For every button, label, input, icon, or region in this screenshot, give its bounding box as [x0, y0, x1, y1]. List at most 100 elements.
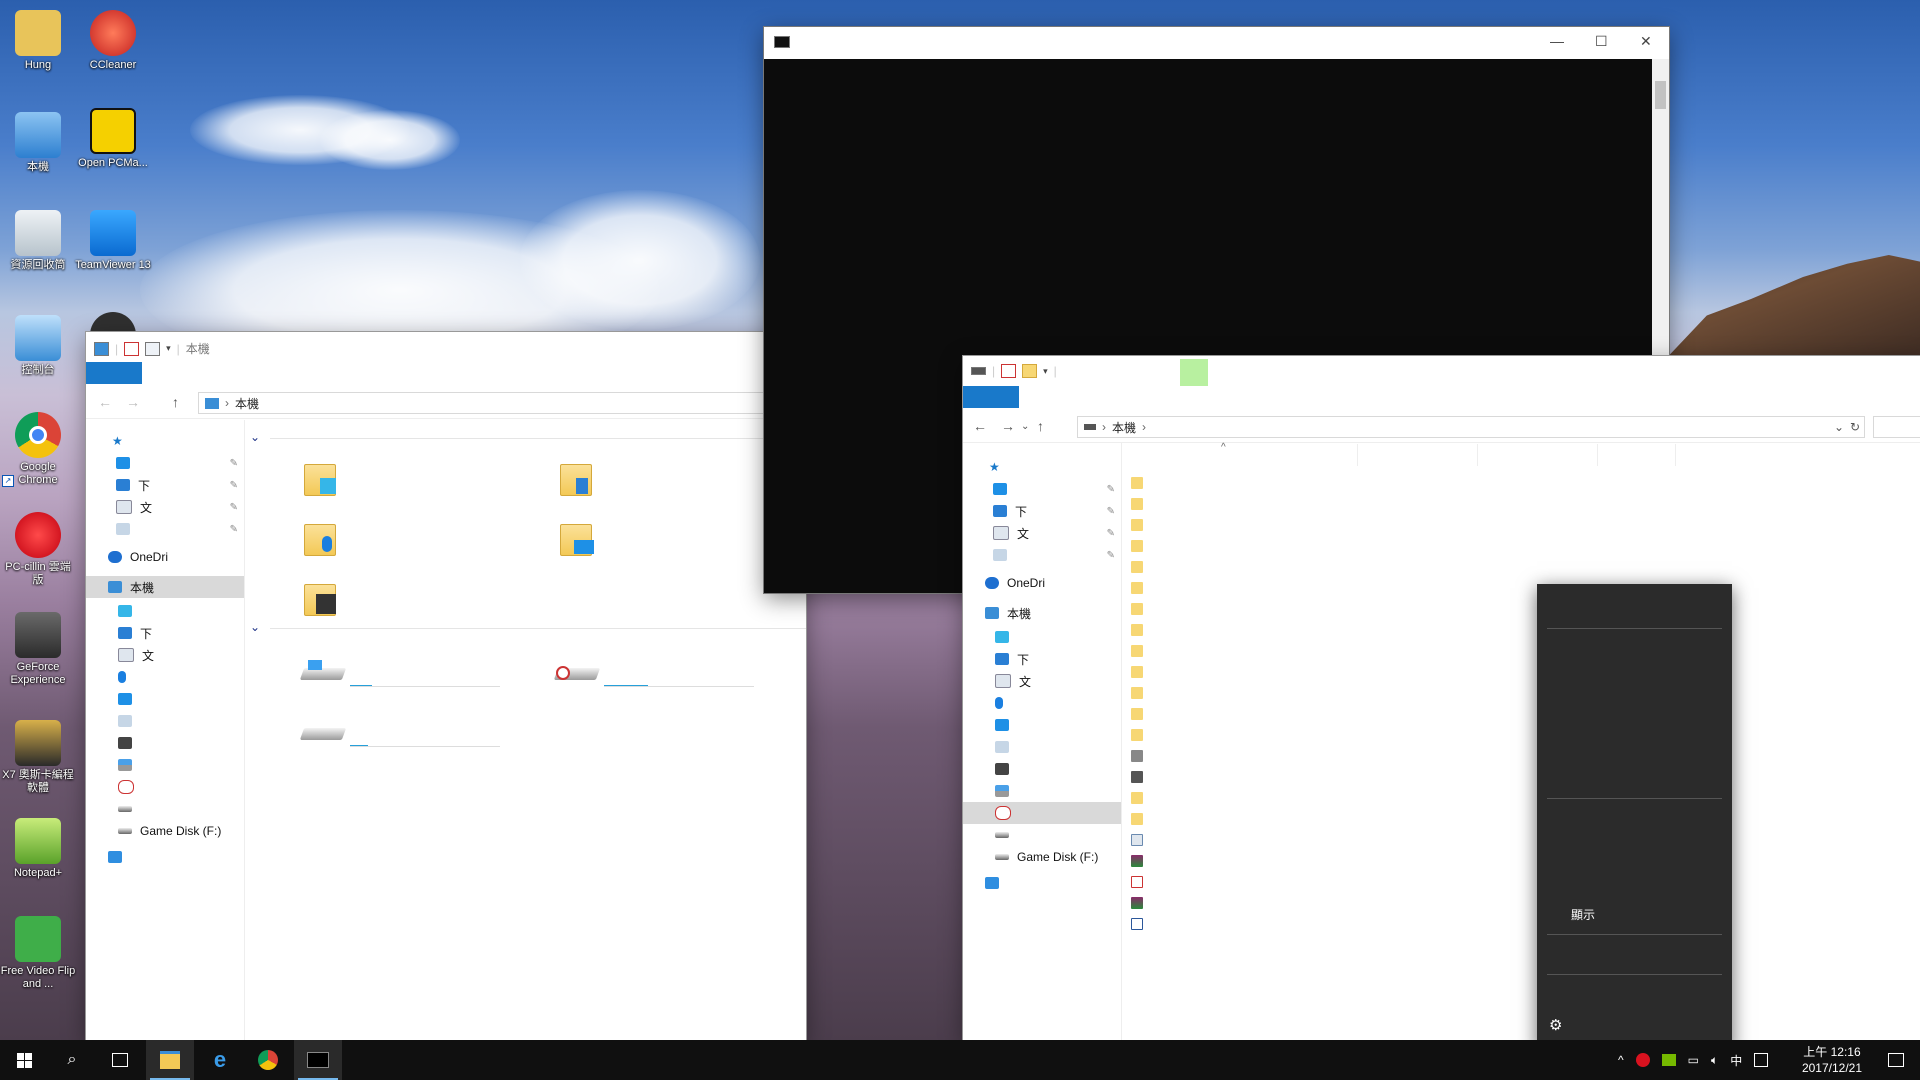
nav-downloads[interactable]: 下	[86, 622, 244, 644]
folder-icon[interactable]	[1131, 729, 1143, 741]
drives-group-toggle[interactable]: ⌄	[250, 620, 806, 634]
folder-music[interactable]	[302, 516, 340, 556]
nav-drive-e[interactable]	[963, 824, 1121, 846]
folder-desktop[interactable]	[558, 516, 596, 556]
camera-file-icon[interactable]	[1131, 750, 1143, 762]
pin-icon[interactable]: ✎	[230, 502, 238, 513]
taskbar-cmd[interactable]	[294, 1040, 342, 1080]
word-file-icon[interactable]	[1131, 918, 1143, 930]
address-field[interactable]: › 本機 › ⌄ ↻	[1077, 416, 1865, 438]
minimize-icon[interactable]: —	[1550, 33, 1564, 49]
pin-icon[interactable]: ✎	[1107, 528, 1115, 539]
nav-quick-access[interactable]: ★	[86, 430, 244, 452]
nav-desktop[interactable]	[86, 688, 244, 710]
nav-quick-downloads[interactable]: 下 ✎	[86, 474, 244, 496]
desktop-icon-teamviewer[interactable]: TeamViewer 13	[75, 210, 151, 272]
pc-cillin-tray-icon[interactable]	[1635, 1053, 1650, 1067]
folder-icon[interactable]	[1131, 813, 1143, 825]
taskbar-edge[interactable]: e	[196, 1040, 244, 1080]
properties-icon[interactable]	[124, 341, 140, 356]
nav-quick-pictures[interactable]: ✎	[963, 544, 1121, 566]
action-center-button[interactable]	[1872, 1040, 1920, 1080]
volume-icon[interactable]: 🔈︎	[1711, 1053, 1718, 1068]
folder-icon[interactable]	[1131, 477, 1143, 489]
desktop-icon-ccleaner[interactable]: CCleaner	[75, 10, 151, 72]
desktop-icon-x7[interactable]: X7 奧斯卡編程軟體	[0, 720, 76, 795]
nav-onedrive[interactable]: OneDri	[963, 572, 1121, 594]
forward-arrow-icon[interactable]: →	[126, 394, 140, 410]
explorer-titlebar[interactable]: | ▾ |	[963, 356, 1920, 386]
drive-f[interactable]	[299, 720, 347, 746]
nav-quick-pictures[interactable]: ✎	[86, 518, 244, 540]
folder-icon[interactable]	[1131, 519, 1143, 531]
network-icon[interactable]: ▭	[1688, 1053, 1699, 1067]
explorer-window-front[interactable]: | ▾ | ← → ⌄ ↑ › 本機 › ⌄ ↻ ★ ✎ 下 ✎ 文 ✎ ✎ O…	[963, 356, 1920, 1040]
nav-quick-access[interactable]: ★	[963, 456, 1121, 478]
nav-this-pc[interactable]: 本機	[963, 602, 1121, 624]
folder-icon[interactable]	[1131, 498, 1143, 510]
folder-3d-objects[interactable]	[302, 456, 340, 496]
breadcrumb-this-pc[interactable]: 本機	[1112, 419, 1136, 436]
pin-icon[interactable]: ✎	[1107, 506, 1115, 517]
scroll-thumb[interactable]	[1655, 81, 1666, 109]
nav-onedrive[interactable]: OneDri	[86, 546, 244, 568]
folder-icon[interactable]	[1131, 603, 1143, 615]
notification-badge-icon[interactable]	[1754, 1053, 1769, 1067]
sort-ascending-icon[interactable]: ^	[1221, 442, 1226, 453]
nav-videos[interactable]	[963, 758, 1121, 780]
back-arrow-icon[interactable]: ←	[98, 394, 112, 410]
nav-drive-c[interactable]	[86, 754, 244, 776]
desktop-icon-this-pc[interactable]: 本機	[0, 112, 76, 174]
nav-network[interactable]	[86, 846, 244, 868]
nav-documents[interactable]: 文	[963, 670, 1121, 692]
folder-downloads[interactable]	[558, 456, 596, 496]
nav-quick-documents[interactable]: 文 ✎	[86, 496, 244, 518]
folder-icon[interactable]	[1131, 666, 1143, 678]
nav-3d-objects[interactable]	[86, 600, 244, 622]
nav-drive-d[interactable]	[963, 802, 1121, 824]
nav-quick-documents[interactable]: 文 ✎	[963, 522, 1121, 544]
video-file-icon[interactable]	[1131, 771, 1143, 783]
task-view-button[interactable]	[96, 1040, 144, 1080]
pin-icon[interactable]: ✎	[230, 480, 238, 491]
breadcrumb-this-pc[interactable]: 本機	[235, 395, 259, 412]
nav-game-disk[interactable]: Game Disk (F:)	[86, 820, 244, 842]
back-arrow-icon[interactable]: ←	[973, 418, 987, 434]
nav-drive-e[interactable]	[86, 798, 244, 820]
new-folder-icon[interactable]	[1022, 364, 1038, 378]
desktop-icon-free-video-flip[interactable]: Free Video Flip and ...	[0, 916, 76, 991]
search-box[interactable]	[1873, 416, 1920, 438]
explorer-titlebar[interactable]: | ▾ | 本機	[86, 332, 806, 362]
ime-indicator[interactable]: 中	[1730, 1052, 1742, 1069]
up-arrow-icon[interactable]: ↑	[172, 394, 179, 410]
taskbar-file-explorer[interactable]	[146, 1040, 194, 1080]
ribbon-file-tab[interactable]	[86, 362, 142, 384]
folder-icon[interactable]	[1131, 540, 1143, 552]
desktop-icon-control-panel[interactable]: 控制台	[0, 315, 76, 377]
pin-icon[interactable]: ✎	[1107, 550, 1115, 561]
nav-network[interactable]	[963, 872, 1121, 894]
desktop-icon-recycle-bin[interactable]: 資源回收筒	[0, 210, 76, 272]
folder-icon[interactable]	[1131, 624, 1143, 636]
nav-music[interactable]	[86, 666, 244, 688]
desktop-icon-openpcmark[interactable]: Open PCMa...	[75, 108, 151, 170]
refresh-icon[interactable]: ↻	[1850, 420, 1860, 434]
pin-icon[interactable]: ✎	[230, 458, 238, 469]
drive-c[interactable]	[299, 660, 347, 686]
new-folder-icon[interactable]	[145, 341, 161, 356]
forward-arrow-icon[interactable]: →	[1001, 418, 1015, 434]
nav-3d-objects[interactable]	[963, 626, 1121, 648]
nav-drive-d[interactable]	[86, 776, 244, 798]
nav-quick-desktop[interactable]: ✎	[86, 452, 244, 474]
tray-context-menu[interactable]: 顯示 ⚙	[1537, 584, 1732, 1040]
chevron-down-icon[interactable]: ▾	[1043, 366, 1048, 377]
chevron-down-icon[interactable]: ▾	[166, 343, 171, 354]
nav-drive-c[interactable]	[963, 780, 1121, 802]
desktop-icon-geforce[interactable]: GeForce Experience	[0, 612, 76, 687]
pin-icon[interactable]: ✎	[1107, 484, 1115, 495]
gear-icon[interactable]: ⚙	[1549, 1016, 1562, 1034]
desktop-icon-user-folder[interactable]: Hung	[0, 10, 76, 72]
address-field[interactable]: › 本機	[198, 392, 806, 414]
folder-icon[interactable]	[1131, 792, 1143, 804]
folder-icon[interactable]	[1131, 645, 1143, 657]
